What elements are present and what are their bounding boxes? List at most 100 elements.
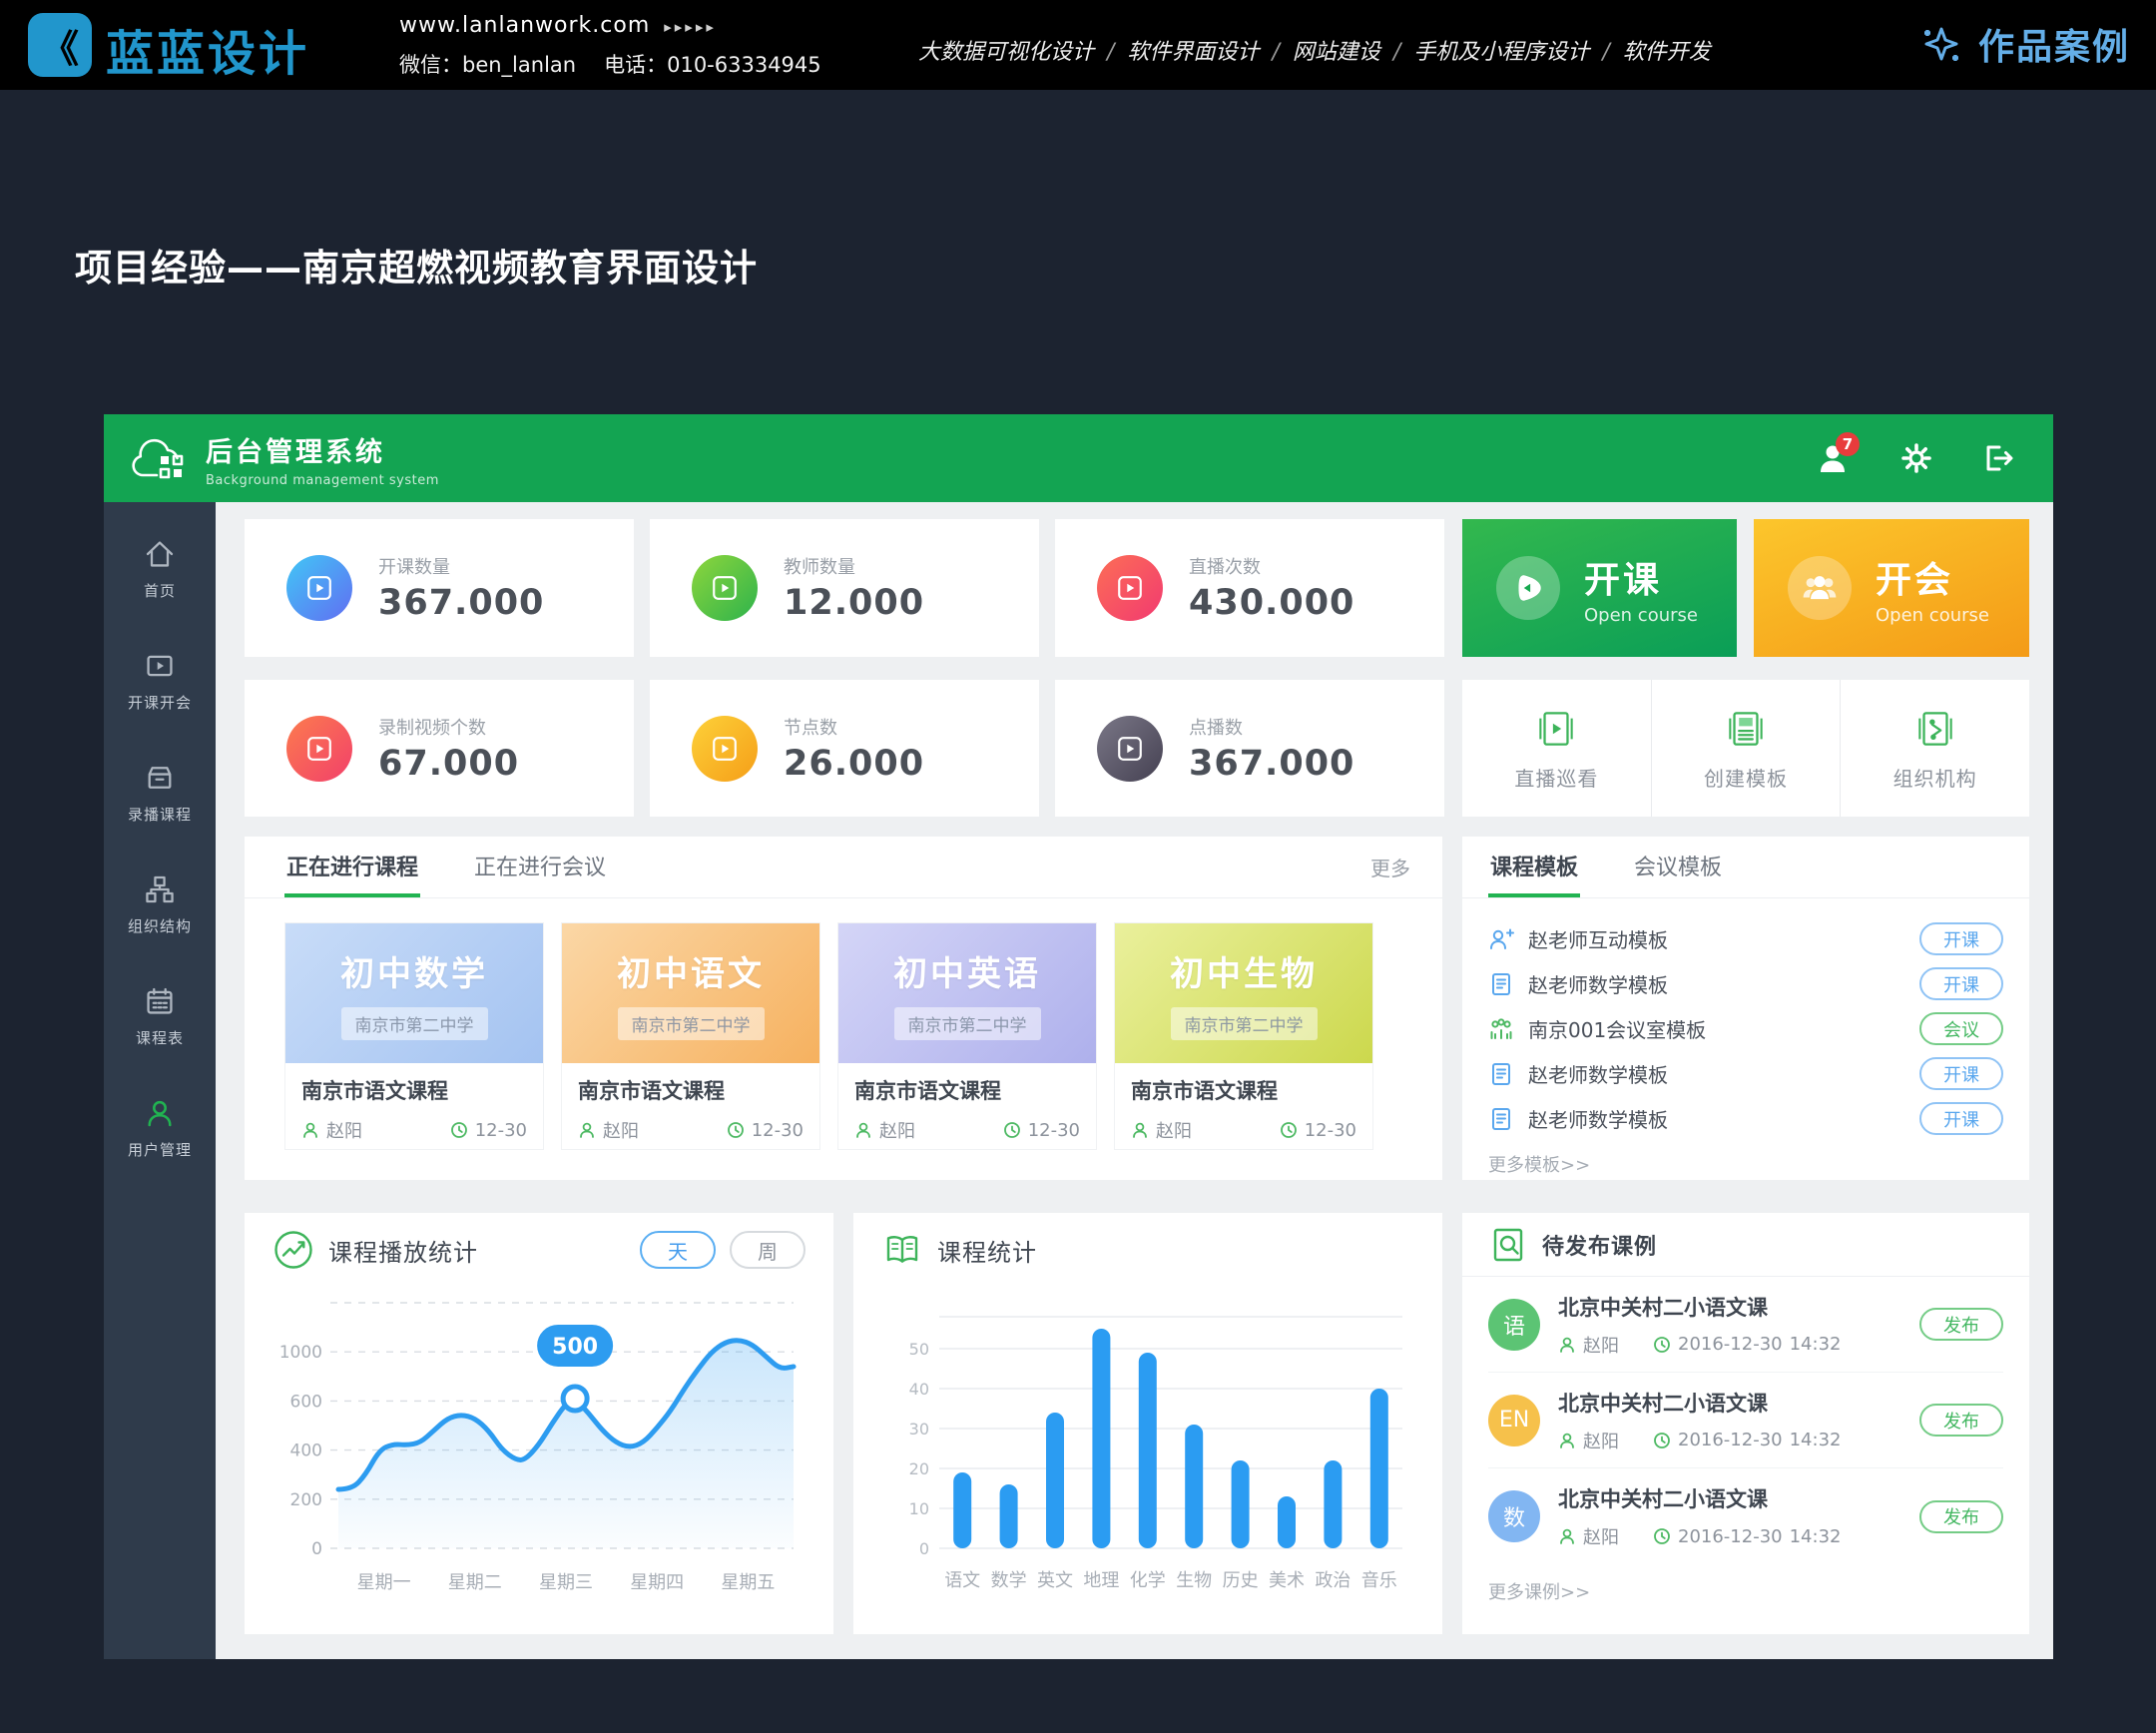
svg-text:0: 0 <box>919 1539 929 1558</box>
tab-ongoing-meetings[interactable]: 正在进行会议 <box>472 837 608 897</box>
svg-text:星期五: 星期五 <box>721 1572 775 1593</box>
svg-text:星期四: 星期四 <box>630 1572 684 1593</box>
stat-card-vod-plays: 点播数367.000 <box>1055 680 1444 817</box>
nav-item-bigdata[interactable]: 大数据可视化设计 <box>918 40 1094 65</box>
stat-card-teachers: 教师数量12.000 <box>650 519 1039 657</box>
nav-item-software-ui[interactable]: 软件界面设计 <box>1127 40 1259 65</box>
meeting-pill-button[interactable]: 会议 <box>1919 1012 2003 1045</box>
organization-action[interactable]: 组织机构 <box>1840 680 2029 817</box>
play-circle-icon <box>1097 716 1163 782</box>
stat-card-open-classes: 开课数量367.000 <box>245 519 634 657</box>
dashboard-subtitle: Background management system <box>206 473 439 488</box>
course-stats-title: 课程统计 <box>937 1233 1037 1268</box>
toggle-week-button[interactable]: 周 <box>730 1231 806 1269</box>
person-icon <box>1131 1121 1149 1139</box>
svg-text:40: 40 <box>909 1380 929 1399</box>
portfolio-cases-link[interactable]: 作品案例 <box>1918 18 2130 70</box>
clock-icon <box>727 1121 745 1139</box>
person-icon <box>1558 1527 1576 1545</box>
school-badge: 南京市第二中学 <box>894 1007 1041 1040</box>
logout-icon[interactable] <box>1979 439 2017 477</box>
svg-text:星期二: 星期二 <box>448 1572 502 1593</box>
dashboard-screenshot: 后台管理系统 Background management system 7 <box>104 414 2053 1659</box>
course-card-math[interactable]: 初中数学 南京市第二中学 南京市语文课程 赵阳 12-30 <box>284 922 544 1150</box>
tab-meeting-templates[interactable]: 会议模板 <box>1632 837 1724 897</box>
clock-icon <box>1003 1121 1021 1139</box>
sidebar-item-schedule[interactable]: 课程表 <box>104 971 216 1083</box>
user-notifications-icon[interactable]: 7 <box>1816 439 1854 477</box>
svg-text:30: 30 <box>909 1420 929 1439</box>
nav-item-dev[interactable]: 软件开发 <box>1623 40 1711 65</box>
more-lessons-link[interactable]: 更多课例>> <box>1488 1578 2029 1604</box>
open-meeting-button[interactable]: 开会Open course <box>1754 519 2029 657</box>
live-patrol-action[interactable]: 直播巡看 <box>1462 680 1651 817</box>
sidebar-item-home[interactable]: 首页 <box>104 524 216 636</box>
sidebar-item-user-management[interactable]: 用户管理 <box>104 1083 216 1195</box>
more-templates-link[interactable]: 更多模板>> <box>1488 1151 2029 1177</box>
template-row: 赵老师数学模板 开课 <box>1488 1051 2003 1096</box>
svg-text:200: 200 <box>290 1490 322 1510</box>
sidebar: 首页 开课开会 录播课程 组织结构 课程表 <box>104 502 216 1659</box>
publish-pill-button[interactable]: 发布 <box>1919 1500 2003 1533</box>
start-class-pill-button[interactable]: 开课 <box>1919 967 2003 1000</box>
lanlan-logo-icon: 《 <box>28 13 92 77</box>
site-contacts: 微信：ben_lanlan电话：010-63334945 <box>399 49 849 79</box>
dashboard-main: 开课数量367.000 教师数量12.000 直播次数430.000 开课Ope… <box>216 502 2053 1659</box>
svg-text:语文: 语文 <box>944 1570 980 1591</box>
page-title: 项目经验——南京超燃视频教育界面设计 <box>75 238 758 291</box>
svg-text:数学: 数学 <box>991 1570 1027 1591</box>
course-card-biology[interactable]: 初中生物 南京市第二中学 南京市语文课程 赵阳 12-30 <box>1114 922 1373 1150</box>
template-row: 赵老师数学模板 开课 <box>1488 1096 2003 1141</box>
sidebar-item-open-class[interactable]: 开课开会 <box>104 636 216 748</box>
document-icon <box>1488 1061 1514 1087</box>
clock-icon <box>1280 1121 1298 1139</box>
publish-pill-button[interactable]: 发布 <box>1919 1308 2003 1341</box>
subject-badge: 语 <box>1488 1299 1540 1351</box>
sidebar-item-org-structure[interactable]: 组织结构 <box>104 860 216 971</box>
create-template-action[interactable]: 创建模板 <box>1651 680 1841 817</box>
start-class-pill-button[interactable]: 开课 <box>1919 1102 2003 1135</box>
toggle-day-button[interactable]: 天 <box>640 1231 716 1269</box>
start-class-pill-button[interactable]: 开课 <box>1919 922 2003 955</box>
publish-pill-button[interactable]: 发布 <box>1919 1404 2003 1437</box>
more-courses-link[interactable]: 更多 <box>1370 837 1410 897</box>
svg-text:50: 50 <box>909 1340 929 1359</box>
subject-badge: EN <box>1488 1395 1540 1446</box>
person-icon <box>578 1121 596 1139</box>
svg-text:星期三: 星期三 <box>539 1572 593 1593</box>
course-card-chinese[interactable]: 初中语文 南京市第二中学 南京市语文课程 赵阳 12-30 <box>561 922 820 1150</box>
stat-card-nodes: 节点数26.000 <box>650 680 1039 817</box>
play-stats-panel: 课程播放统计 天 周 10006004002000星期一星期二星期三星期四星期五… <box>245 1213 833 1634</box>
stat-card-live-sessions: 直播次数430.000 <box>1055 519 1444 657</box>
sparkle-icon <box>1918 21 1964 67</box>
site-header: 《 蓝蓝设计 www.lanlanwork.com▸▸▸▸▸ 微信：ben_la… <box>0 0 2156 90</box>
phone-label: 电话：010-63334945 <box>604 53 821 77</box>
play-circle-icon <box>286 716 352 782</box>
trend-circle-icon <box>272 1229 314 1271</box>
template-row: 赵老师互动模板 开课 <box>1488 916 2003 961</box>
person-plus-icon <box>1488 926 1514 952</box>
course-card-english[interactable]: 初中英语 南京市第二中学 南京市语文课程 赵阳 12-30 <box>837 922 1097 1150</box>
document-icon <box>1488 1106 1514 1132</box>
sidebar-item-recorded-courses[interactable]: 录播课程 <box>104 748 216 860</box>
template-doc-icon <box>1722 705 1770 753</box>
nav-item-website[interactable]: 网站建设 <box>1293 40 1380 65</box>
sitemap-icon <box>144 873 176 905</box>
svg-text:10: 10 <box>909 1499 929 1518</box>
svg-text:地理: 地理 <box>1083 1570 1119 1591</box>
tab-ongoing-courses[interactable]: 正在进行课程 <box>284 837 420 897</box>
meeting-people-icon <box>1488 1016 1514 1042</box>
nav-item-mobile[interactable]: 手机及小程序设计 <box>1413 40 1589 65</box>
clock-icon <box>1653 1336 1671 1354</box>
settings-gear-icon[interactable] <box>1897 439 1935 477</box>
tab-course-templates[interactable]: 课程模板 <box>1488 837 1580 897</box>
start-class-pill-button[interactable]: 开课 <box>1919 1057 2003 1090</box>
svg-text:政治: 政治 <box>1315 1570 1350 1591</box>
svg-text:历史: 历史 <box>1223 1570 1259 1591</box>
doc-search-icon <box>1488 1225 1528 1265</box>
person-icon <box>854 1121 872 1139</box>
user-icon <box>144 1097 176 1129</box>
ongoing-courses-panel: 正在进行课程 正在进行会议 更多 初中数学 南京市第二中学 南京市语文课程 赵阳… <box>245 837 1442 1180</box>
person-icon <box>301 1121 319 1139</box>
open-course-button[interactable]: 开课Open course <box>1462 519 1737 657</box>
